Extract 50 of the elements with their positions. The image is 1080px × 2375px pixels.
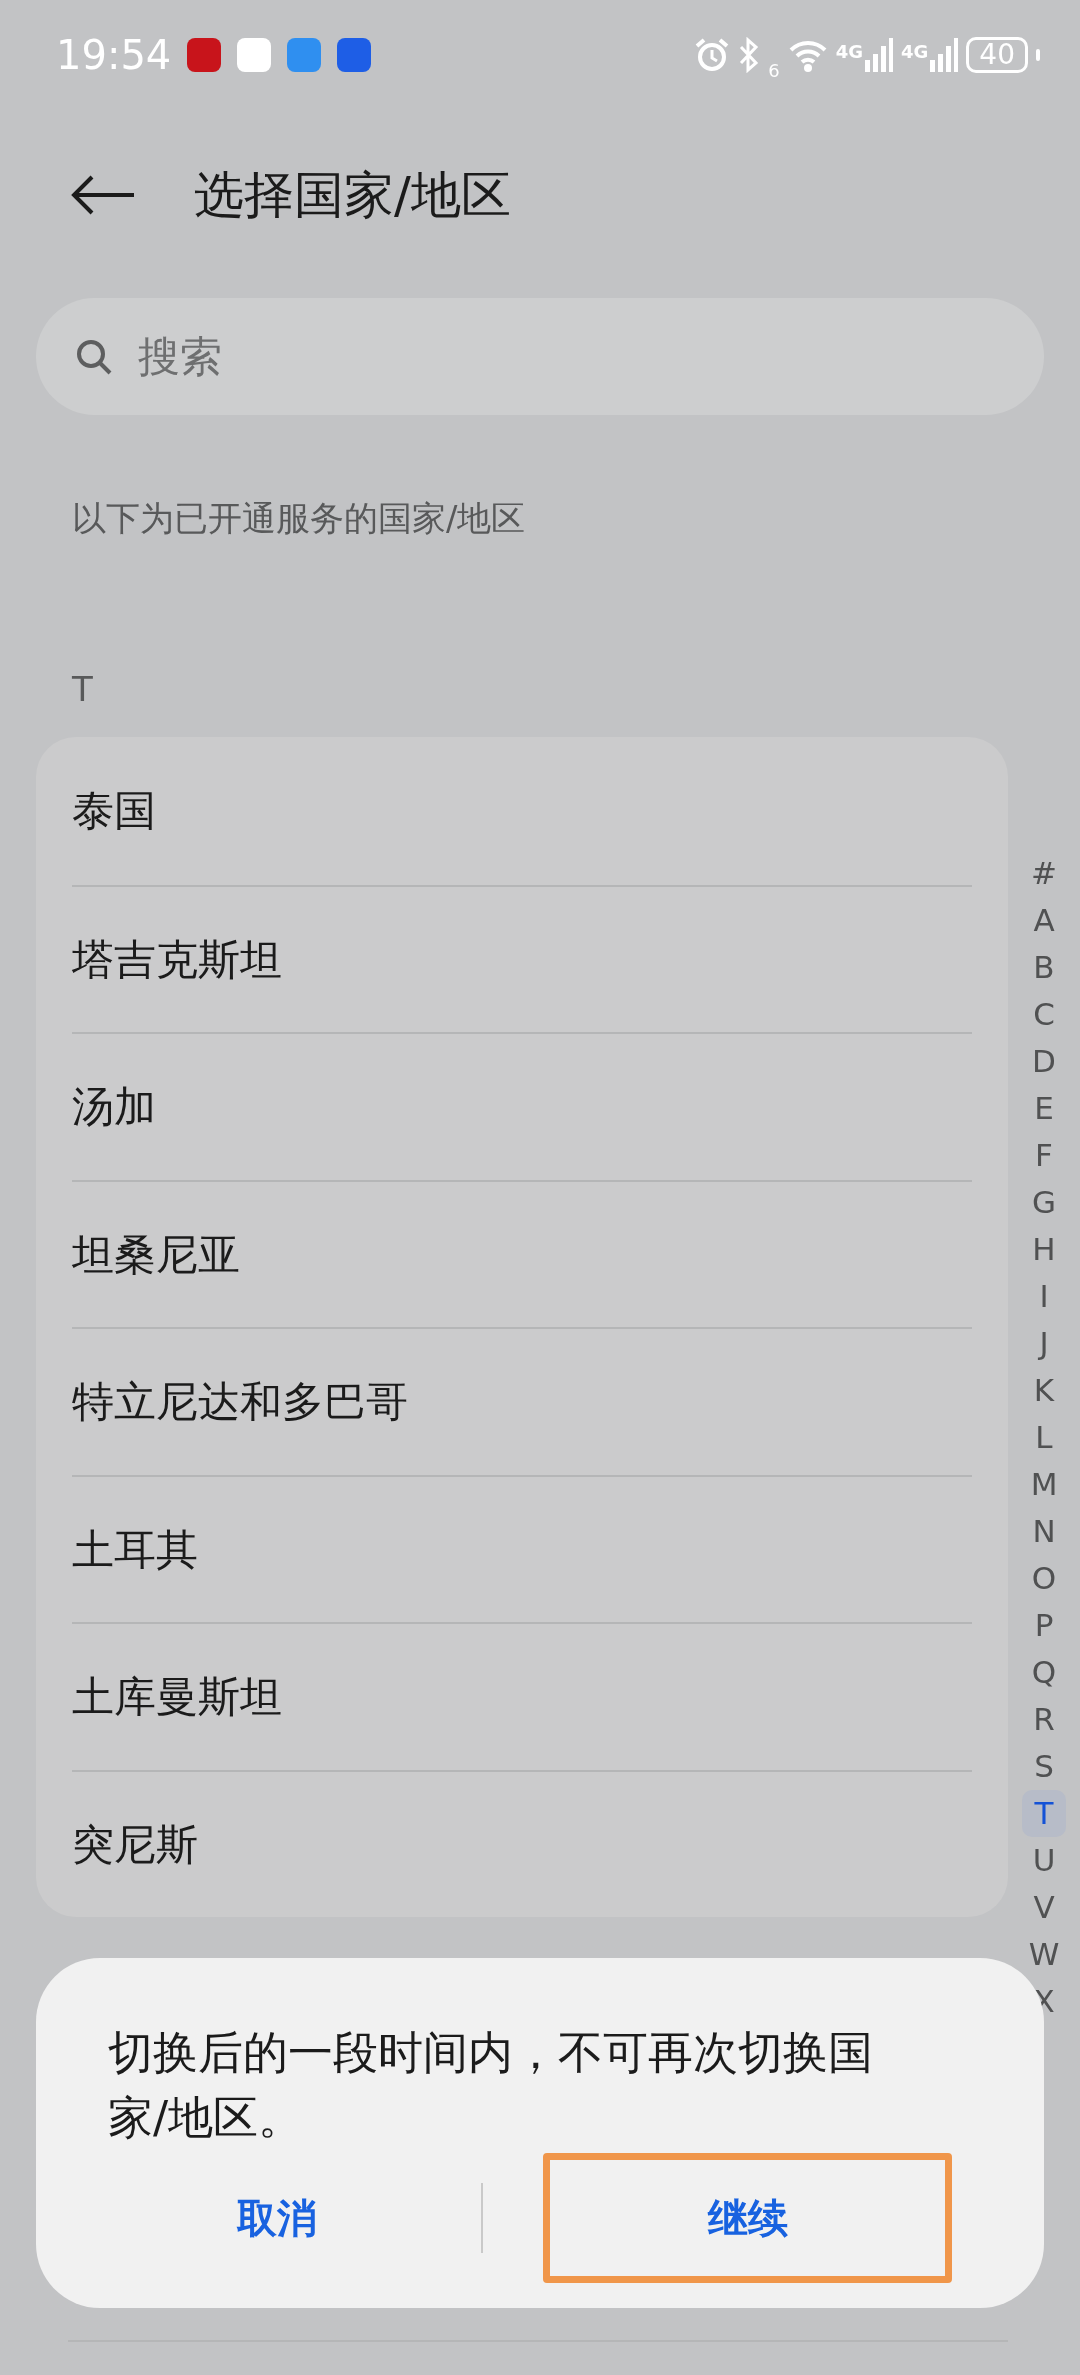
country-item[interactable]: 突尼斯 [72,1769,972,1917]
signal-icon [928,38,959,72]
bluetooth-icon [738,37,761,73]
index-letter[interactable]: E [1022,1085,1066,1132]
section-note: 以下为已开通服务的国家/地区 [72,497,527,540]
battery-level: 40 [966,37,1028,73]
index-letter[interactable]: B [1022,944,1066,991]
network-label: 4G [901,40,929,64]
index-letter[interactable]: S [1022,1743,1066,1790]
index-letter[interactable]: L [1022,1414,1066,1461]
country-item[interactable]: 土耳其 [72,1474,972,1622]
country-item[interactable]: 泰国 [72,737,972,885]
index-letter[interactable]: O [1022,1555,1066,1602]
country-item[interactable]: 特立尼达和多巴哥 [72,1327,972,1475]
index-letter[interactable]: Q [1022,1649,1066,1696]
dialog-button[interactable]: 取消 [72,2186,481,2249]
index-letter[interactable]: G [1022,1179,1066,1226]
page-title: 选择国家/地区 [194,164,511,226]
index-letter[interactable]: I [1022,1273,1066,1320]
search-input[interactable]: 搜索 [136,324,1044,389]
clock: 19:54 [56,31,172,80]
index-letter[interactable]: # [1022,850,1066,897]
country-item[interactable]: 土库曼斯坦 [72,1622,972,1770]
back-icon[interactable] [70,175,136,215]
country-item[interactable]: 坦桑尼亚 [72,1179,972,1327]
index-letter[interactable]: P [1022,1602,1066,1649]
country-item[interactable]: 汤加 [72,1032,972,1180]
index-letter[interactable]: V [1022,1884,1066,1931]
index-letter[interactable]: A [1022,897,1066,944]
index-letter[interactable]: F [1022,1132,1066,1179]
index-letter[interactable]: U [1022,1837,1066,1884]
index-letter[interactable]: R [1022,1696,1066,1743]
alarm-icon [694,37,731,73]
section-letter: T [72,668,93,711]
network-label: 4G [835,40,864,64]
dialog-button[interactable]: 继续 [543,2152,952,2283]
wifi-icon [787,38,828,72]
wifi-label: 6 [768,58,780,83]
index-letter[interactable]: C [1022,991,1066,1038]
index-letter[interactable]: N [1022,1508,1066,1555]
index-letter[interactable]: J [1022,1320,1066,1367]
search-field[interactable]: 搜索 [36,298,1044,415]
index-letter[interactable]: D [1022,1038,1066,1085]
index-letter[interactable]: T [1022,1790,1066,1837]
index-letter[interactable]: H [1022,1226,1066,1273]
index-letter[interactable]: M [1022,1461,1066,1508]
country-item[interactable]: 塔吉克斯坦 [72,884,972,1032]
index-letter[interactable]: K [1022,1367,1066,1414]
dialog-message: 切换后的一段时间内，不可再次切换国家/地区。 [108,2025,874,2147]
signal-icon [863,38,894,72]
